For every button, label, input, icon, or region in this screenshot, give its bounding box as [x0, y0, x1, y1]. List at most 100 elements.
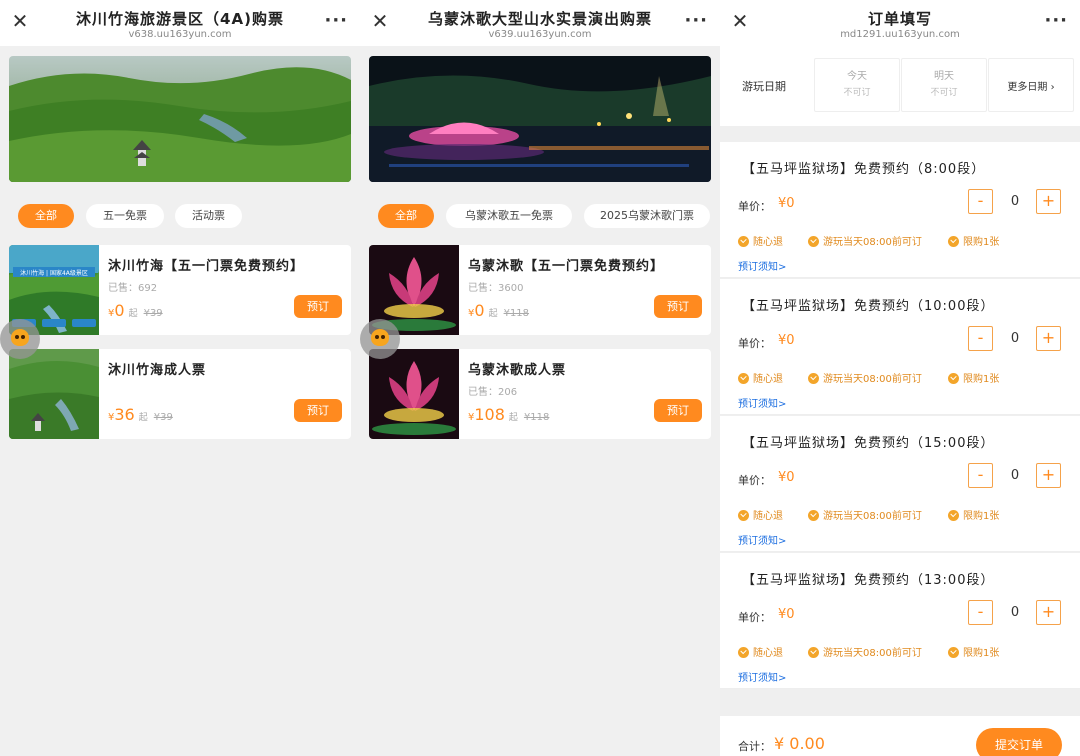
increase-button[interactable]: + — [1036, 326, 1061, 351]
product-name: 乌蒙沐歌成人票 — [468, 363, 567, 378]
tag-book-time: 游玩当天08:00前可订 — [808, 644, 922, 659]
screenshot-collage: ✕ 沐川竹海旅游景区（4A)购票 v638.uu163yun.com ··· 全… — [0, 0, 1080, 756]
more-icon[interactable]: ··· — [684, 10, 708, 31]
tag-book-time: 游玩当天08:00前可订 — [808, 507, 922, 522]
floating-service-avatar[interactable] — [360, 319, 400, 359]
tag-limit: 限购1张 — [948, 370, 999, 385]
product-price: ¥0 起 ¥39 — [108, 301, 163, 320]
booking-notice-link[interactable]: 预订须知> — [738, 395, 786, 410]
increase-button[interactable]: + — [1036, 189, 1061, 214]
slot-name: 【五马坪监狱场】免费预约（8:00段） — [742, 162, 986, 177]
category-chips: 全部 五一免票 活动票 — [0, 204, 360, 230]
increase-button[interactable]: + — [1036, 463, 1061, 488]
panel-bamboo-sea-tickets: ✕ 沐川竹海旅游景区（4A)购票 v638.uu163yun.com ··· 全… — [0, 0, 360, 756]
slot-name: 【五马坪监狱场】免费预约（13:00段） — [742, 573, 995, 588]
tag-refund: 随心退 — [738, 507, 783, 522]
check-icon — [808, 373, 819, 384]
date-day: 明天 — [934, 71, 954, 82]
banner-image-night-show — [369, 56, 711, 182]
check-icon — [808, 647, 819, 658]
check-icon — [738, 373, 749, 384]
panel-order-form: ✕ 订单填写 md1291.uu163yun.com ··· 游玩日期 今天 不… — [720, 0, 1080, 756]
increase-button[interactable]: + — [1036, 600, 1061, 625]
ticket-slot: 【五马坪监狱场】免费预约（15:00段） 单价： ¥0 - 0 + 随心退 游玩… — [720, 416, 1080, 552]
sold-count: 已售：692 — [108, 283, 158, 294]
book-button[interactable]: 预订 — [654, 399, 702, 422]
page-title: 订单填写 — [867, 10, 932, 28]
submit-order-button[interactable]: 提交订单 — [976, 728, 1062, 756]
original-price: ¥39 — [143, 308, 163, 319]
unit-price: ¥0 — [778, 196, 795, 211]
product-card[interactable]: 乌蒙沐歌【五一门票免费预约】 已售：3600 ¥0 起 ¥118 预订 — [369, 245, 711, 335]
close-icon[interactable]: ✕ — [730, 11, 750, 31]
chip-2025-tickets[interactable]: 2025乌蒙沐歌门票 — [584, 204, 710, 228]
original-price: ¥118 — [523, 412, 550, 423]
visit-date-selector: 游玩日期 今天 不可订 明天 不可订 更多日期 › — [720, 46, 1080, 126]
decrease-button[interactable]: - — [968, 600, 993, 625]
avatar-face-icon — [11, 329, 29, 346]
close-icon[interactable]: ✕ — [370, 11, 390, 31]
date-option-today[interactable]: 今天 不可订 — [814, 58, 900, 112]
chip-may-day-free[interactable]: 乌蒙沐歌五一免票 — [446, 204, 572, 228]
chip-event-tickets[interactable]: 活动票 — [175, 204, 242, 228]
decrease-button[interactable]: - — [968, 326, 993, 351]
chip-all[interactable]: 全部 — [378, 204, 434, 228]
price-value: 0 — [474, 301, 485, 320]
product-card[interactable]: 沐川竹海成人票 ¥36 起 ¥39 预订 — [9, 349, 351, 439]
booking-notice-link[interactable]: 预订须知> — [738, 258, 786, 273]
decrease-button[interactable]: - — [968, 189, 993, 214]
booking-notice-link[interactable]: 预订须知> — [738, 532, 786, 547]
product-name: 沐川竹海成人票 — [108, 363, 207, 378]
slot-name: 【五马坪监狱场】免费预约（15:00段） — [742, 436, 995, 451]
sold-count: 已售：3600 — [468, 283, 524, 294]
page-url: v638.uu163yun.com — [128, 29, 232, 40]
quantity-value[interactable]: 0 — [1006, 605, 1024, 620]
date-status: 不可订 — [843, 88, 871, 98]
close-icon[interactable]: ✕ — [10, 11, 30, 31]
slot-name: 【五马坪监狱场】免费预约（10:00段） — [742, 299, 995, 314]
date-status: 不可订 — [930, 88, 958, 98]
unit-price-label: 单价： — [738, 200, 771, 213]
more-dates-label: 更多日期 — [1007, 82, 1048, 93]
chip-may-day-free[interactable]: 五一免票 — [86, 204, 164, 228]
quantity-value[interactable]: 0 — [1006, 331, 1024, 346]
check-icon — [808, 236, 819, 247]
product-price: ¥36 起 ¥39 — [108, 405, 173, 424]
unit-price: ¥0 — [778, 470, 795, 485]
original-price: ¥118 — [503, 308, 530, 319]
sold-count: 已售：206 — [468, 387, 518, 398]
tag-limit: 限购1张 — [948, 507, 999, 522]
category-chips: 全部 乌蒙沐歌五一免票 2025乌蒙沐歌门票 — [360, 204, 720, 230]
quantity-value[interactable]: 0 — [1006, 468, 1024, 483]
more-icon[interactable]: ··· — [324, 10, 348, 31]
check-icon — [948, 236, 959, 247]
tag-book-time: 游玩当天08:00前可订 — [808, 233, 922, 248]
price-from: 起 — [508, 413, 518, 423]
price-value: 36 — [114, 405, 135, 424]
top-bar: ✕ 乌蒙沐歌大型山水实景演出购票 v639.uu163yun.com ··· — [360, 0, 720, 46]
quantity-value[interactable]: 0 — [1006, 194, 1024, 209]
more-icon[interactable]: ··· — [1044, 10, 1068, 31]
banner-image-bamboo-forest — [9, 56, 351, 182]
check-icon — [738, 647, 749, 658]
date-label: 游玩日期 — [742, 80, 786, 93]
thumb-logo-text: 沐川竹海 | 国家4A级景区 — [20, 269, 88, 277]
top-bar: ✕ 订单填写 md1291.uu163yun.com ··· — [720, 0, 1080, 46]
original-price: ¥39 — [153, 412, 173, 423]
ticket-slot: 【五马坪监狱场】免费预约（13:00段） 单价： ¥0 - 0 + 随心退 游玩… — [720, 553, 1080, 689]
chip-all[interactable]: 全部 — [18, 204, 74, 228]
unit-price-label: 单价： — [738, 611, 771, 624]
product-card[interactable]: 沐川竹海 | 国家4A级景区 沐川竹海【五一门票免费预约】 已售：692 ¥0 起… — [9, 245, 351, 335]
book-button[interactable]: 预订 — [294, 399, 342, 422]
price-from: 起 — [138, 413, 148, 423]
product-card[interactable]: 乌蒙沐歌成人票 已售：206 ¥108 起 ¥118 预订 — [369, 349, 711, 439]
more-dates-button[interactable]: 更多日期 › — [988, 58, 1074, 112]
floating-service-avatar[interactable] — [0, 319, 40, 359]
price-value: 0 — [114, 301, 125, 320]
book-button[interactable]: 预订 — [294, 295, 342, 318]
booking-notice-link[interactable]: 预订须知> — [738, 669, 786, 684]
date-option-tomorrow[interactable]: 明天 不可订 — [901, 58, 987, 112]
book-button[interactable]: 预订 — [654, 295, 702, 318]
product-price: ¥108 起 ¥118 — [468, 405, 549, 424]
decrease-button[interactable]: - — [968, 463, 993, 488]
